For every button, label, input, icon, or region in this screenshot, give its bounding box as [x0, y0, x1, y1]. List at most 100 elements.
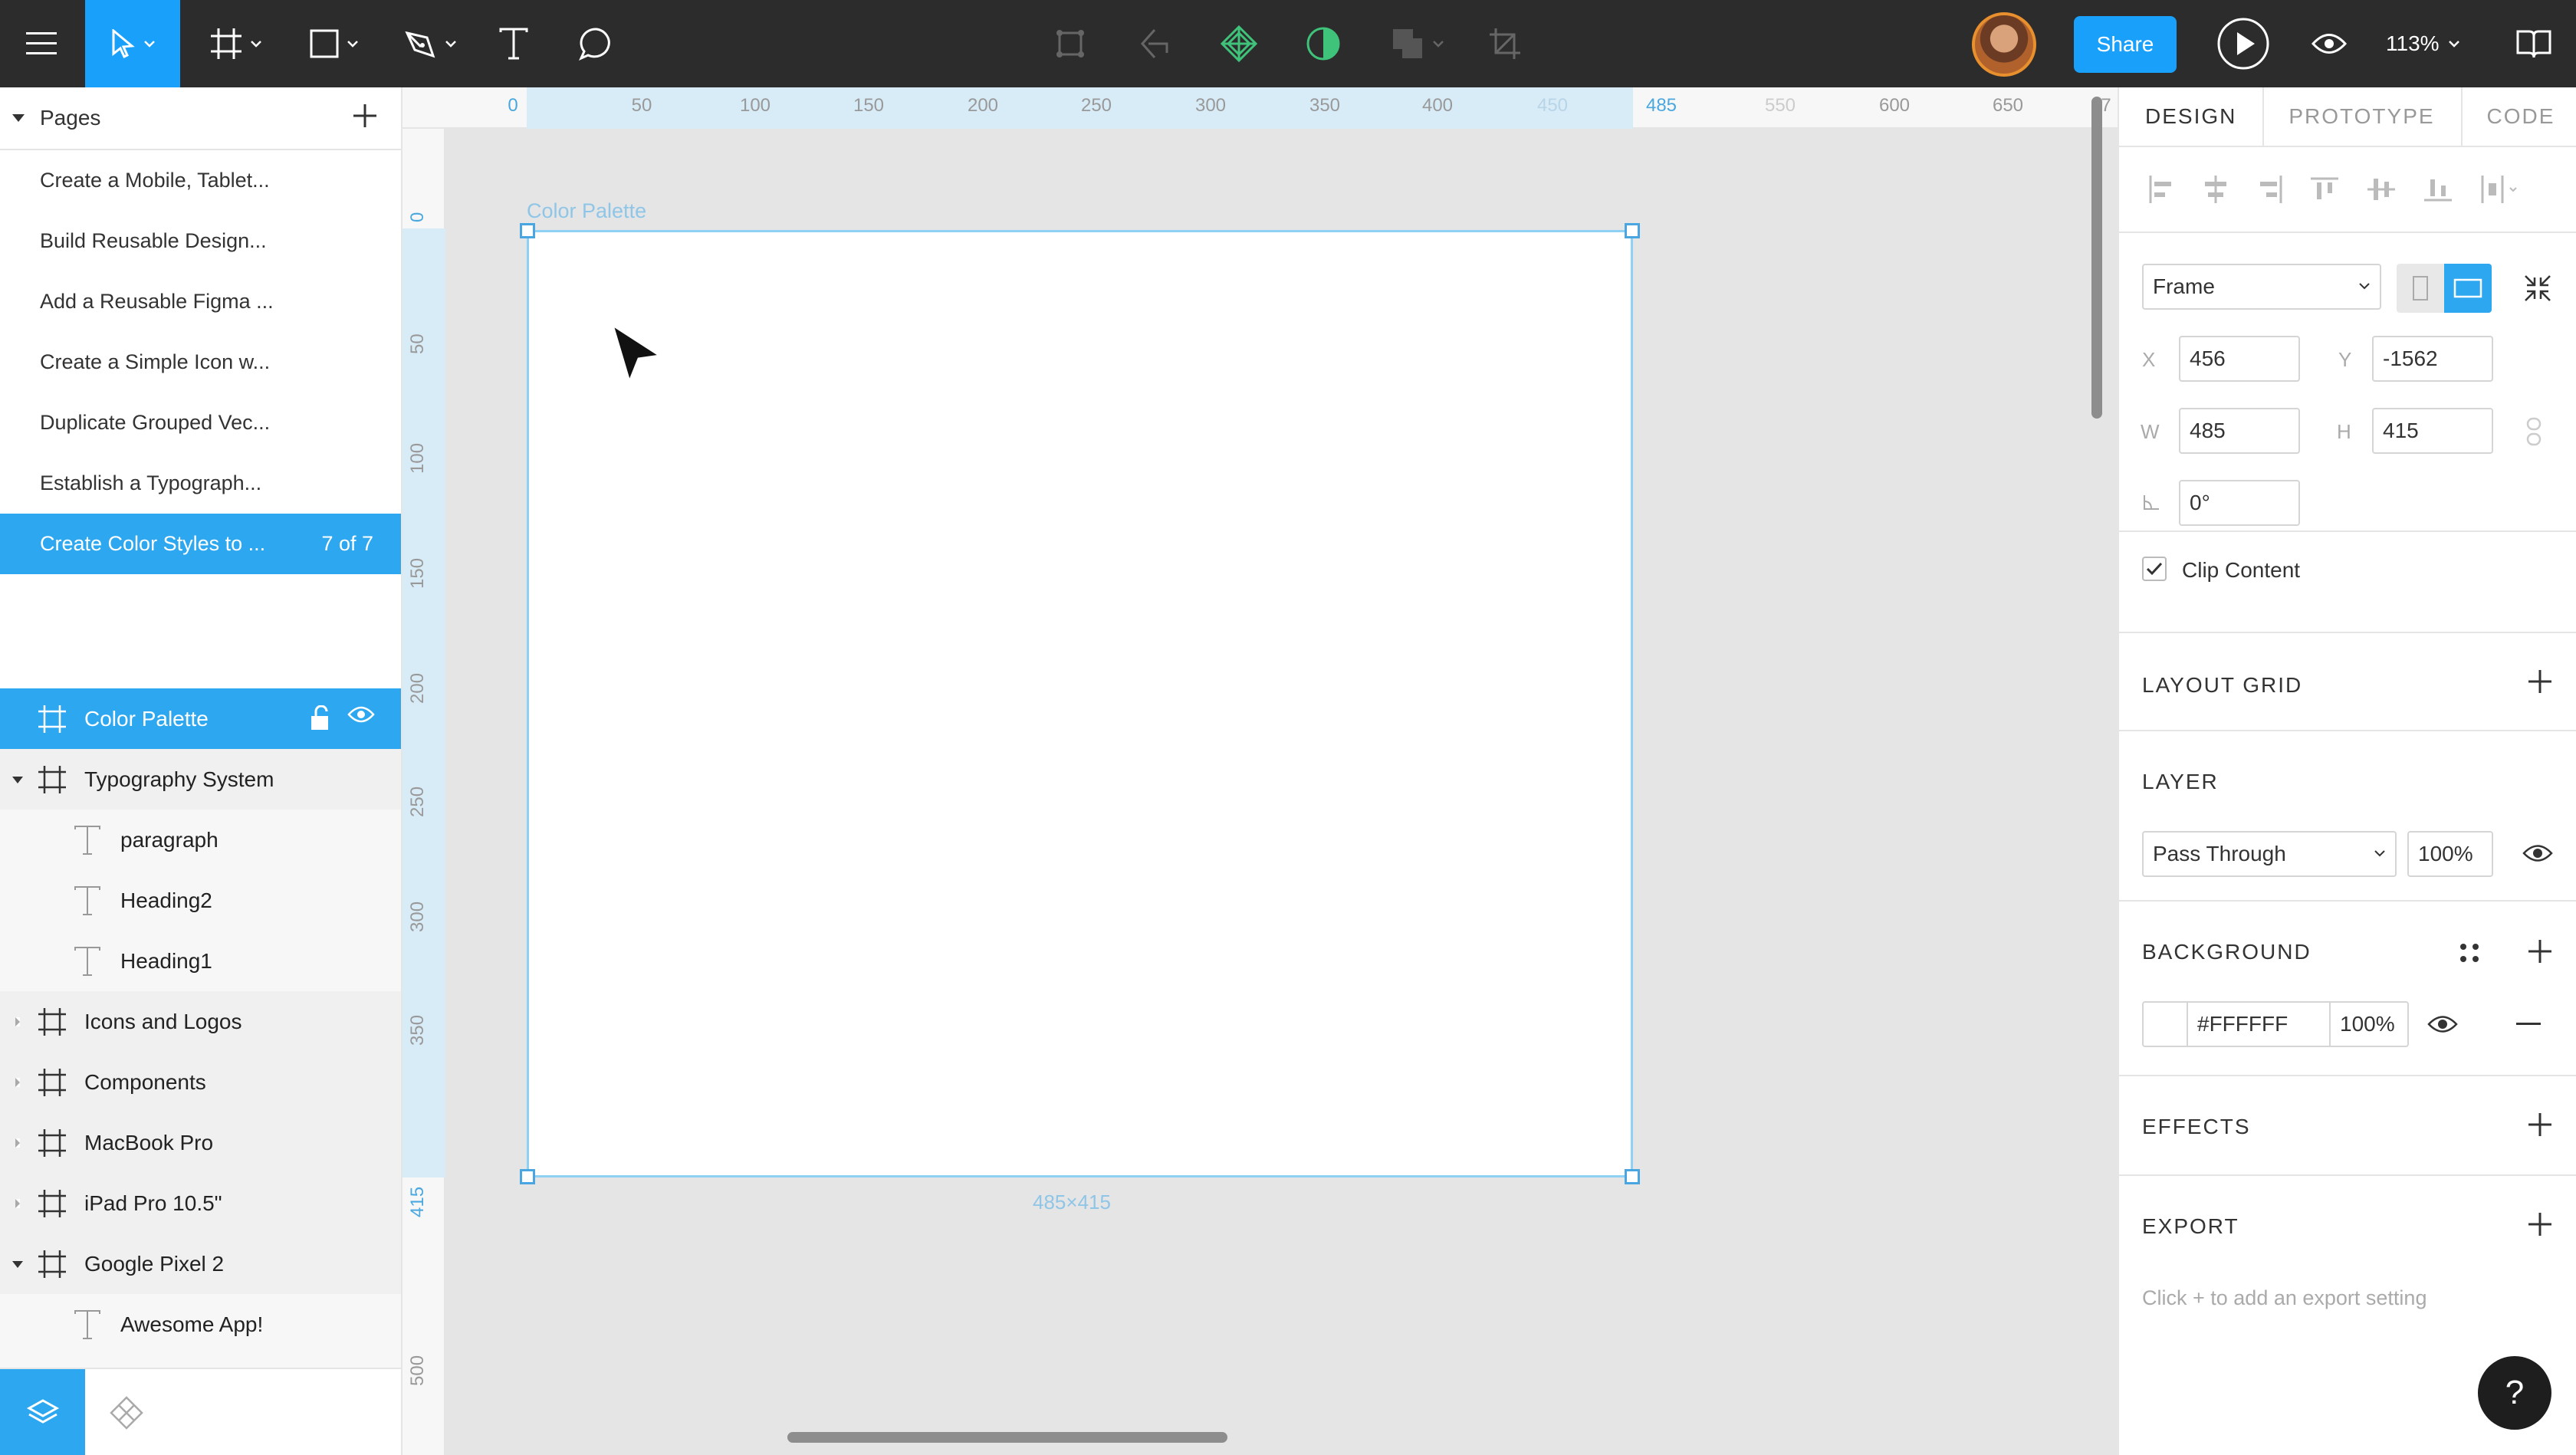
- background-opacity-input[interactable]: 100%: [2329, 1001, 2409, 1047]
- align-top-icon[interactable]: [2309, 176, 2340, 202]
- selected-frame[interactable]: [520, 223, 1640, 1184]
- boolean-union-icon[interactable]: [1386, 0, 1447, 87]
- rotation-input[interactable]: 0°: [2179, 480, 2300, 526]
- layer-row[interactable]: iPad Pro 10.5": [0, 1173, 401, 1233]
- remove-background-icon[interactable]: [2516, 1023, 2541, 1026]
- present-play-icon[interactable]: [2216, 0, 2271, 87]
- page-item-active[interactable]: Create Color Styles to ... 7 of 7: [0, 514, 401, 574]
- x-input[interactable]: 456: [2179, 336, 2300, 382]
- comment-tool-button[interactable]: [571, 0, 622, 87]
- pages-header[interactable]: Pages: [0, 87, 401, 150]
- tab-design[interactable]: DESIGN: [2119, 87, 2262, 146]
- crop-icon[interactable]: [1484, 0, 1526, 87]
- background-visibility-eye-icon[interactable]: [2427, 1014, 2458, 1034]
- collapse-arrow-icon[interactable]: [12, 114, 25, 122]
- expand-arrow-icon[interactable]: [15, 1199, 20, 1208]
- layer-row[interactable]: Heading1: [0, 931, 401, 991]
- resize-to-fit-icon[interactable]: [2522, 273, 2553, 304]
- preview-eye-icon[interactable]: [2308, 0, 2351, 87]
- resize-handle[interactable]: [1625, 223, 1640, 238]
- horizontal-scrollbar[interactable]: [787, 1432, 1227, 1443]
- canvas[interactable]: Color Palette 485×415: [445, 97, 2118, 1455]
- layer-name: MacBook Pro: [84, 1130, 214, 1154]
- expand-arrow-icon[interactable]: [15, 1138, 20, 1148]
- expand-arrow-icon[interactable]: [12, 1261, 23, 1268]
- background-hex-input[interactable]: #FFFFFF: [2187, 1001, 2331, 1047]
- landscape-button[interactable]: [2444, 264, 2492, 313]
- portrait-button[interactable]: [2397, 264, 2444, 313]
- page-item[interactable]: Add a Reusable Figma ...: [0, 271, 401, 332]
- layer-row[interactable]: Components: [0, 1052, 401, 1112]
- mask-icon[interactable]: [1303, 0, 1343, 87]
- text-tool-button[interactable]: [491, 0, 537, 87]
- height-input[interactable]: 415: [2372, 408, 2493, 454]
- main-menu-icon[interactable]: [14, 0, 69, 87]
- vertical-scrollbar[interactable]: [2091, 97, 2102, 419]
- zoom-dropdown[interactable]: 113%: [2386, 0, 2459, 87]
- blend-mode-select[interactable]: Pass Through: [2142, 831, 2397, 877]
- frame-tool-button[interactable]: [201, 0, 270, 87]
- align-right-icon[interactable]: [2257, 174, 2283, 205]
- width-input[interactable]: 485: [2179, 408, 2300, 454]
- page-item[interactable]: Establish a Typograph...: [0, 453, 401, 514]
- align-left-icon[interactable]: [2148, 174, 2174, 205]
- frame-properties-section: Frame X 456 Y -1562 W 485 H 415 0°: [2119, 233, 2576, 532]
- layer-row[interactable]: paragraph: [0, 810, 401, 870]
- component-icon[interactable]: [1219, 0, 1259, 87]
- share-button[interactable]: Share: [2074, 16, 2177, 73]
- frame-name-label[interactable]: Color Palette: [527, 199, 646, 223]
- user-avatar[interactable]: [1972, 12, 2036, 77]
- add-page-icon[interactable]: [352, 103, 378, 129]
- visibility-eye-icon[interactable]: [347, 705, 375, 724]
- background-color-swatch[interactable]: [2142, 1001, 2188, 1047]
- layer-row[interactable]: Typography System: [0, 749, 401, 810]
- layer-opacity-input[interactable]: 100%: [2407, 831, 2493, 877]
- book-icon[interactable]: [2507, 0, 2561, 87]
- expand-arrow-icon[interactable]: [15, 1078, 20, 1087]
- constrain-proportions-link-icon[interactable]: [2525, 417, 2542, 446]
- resize-handle[interactable]: [520, 223, 535, 238]
- layer-row[interactable]: Awesome App!: [0, 1294, 401, 1355]
- layer-row[interactable]: MacBook Pro: [0, 1112, 401, 1173]
- clip-content-checkbox[interactable]: [2142, 557, 2167, 581]
- expand-arrow-icon[interactable]: [12, 777, 23, 783]
- distribute-icon[interactable]: [2479, 174, 2518, 205]
- align-vertical-center-icon[interactable]: [2366, 174, 2397, 205]
- page-item[interactable]: Build Reusable Design...: [0, 211, 401, 271]
- unlock-icon[interactable]: [309, 705, 330, 731]
- pen-tool-button[interactable]: [396, 0, 465, 87]
- detach-icon[interactable]: [1135, 0, 1175, 87]
- resize-handle[interactable]: [1625, 1169, 1640, 1184]
- resize-handle[interactable]: [520, 1169, 535, 1184]
- rectangle-tool-button[interactable]: [299, 0, 368, 87]
- y-input[interactable]: -1562: [2372, 336, 2493, 382]
- page-item[interactable]: Duplicate Grouped Vec...: [0, 392, 401, 453]
- page-item[interactable]: Create a Mobile, Tablet...: [0, 150, 401, 211]
- align-bottom-icon[interactable]: [2423, 176, 2453, 202]
- frame-type-select[interactable]: Frame: [2142, 264, 2381, 310]
- create-component-frame-icon[interactable]: [1050, 0, 1090, 87]
- export-section: EXPORT Click + to add an export setting: [2119, 1176, 2576, 1345]
- layer-row[interactable]: Color Palette: [0, 688, 401, 749]
- expand-arrow-icon[interactable]: [15, 1017, 20, 1026]
- add-layout-grid-icon[interactable]: [2527, 668, 2553, 695]
- add-background-icon[interactable]: [2527, 938, 2553, 964]
- help-button[interactable]: ?: [2478, 1356, 2551, 1430]
- check-icon: [2146, 562, 2163, 576]
- add-export-icon[interactable]: [2527, 1211, 2553, 1237]
- styles-grid-icon[interactable]: [2458, 941, 2481, 964]
- tab-prototype[interactable]: PROTOTYPE: [2262, 87, 2460, 147]
- layer-name: Icons and Logos: [84, 1009, 242, 1033]
- layer-row[interactable]: Icons and Logos: [0, 991, 401, 1052]
- page-item[interactable]: Create a Simple Icon w...: [0, 332, 401, 392]
- layer-row[interactable]: Heading2: [0, 870, 401, 931]
- add-effect-icon[interactable]: [2527, 1112, 2553, 1138]
- tab-code[interactable]: CODE: [2460, 87, 2576, 147]
- align-horizontal-center-icon[interactable]: [2200, 174, 2231, 205]
- layer-visibility-eye-icon[interactable]: [2522, 843, 2553, 863]
- move-tool-button[interactable]: [85, 0, 180, 87]
- frame-icon: [38, 1190, 66, 1217]
- components-tab-button[interactable]: [104, 1369, 150, 1455]
- layer-row[interactable]: Google Pixel 2: [0, 1233, 401, 1294]
- layers-tab-button[interactable]: [0, 1369, 85, 1455]
